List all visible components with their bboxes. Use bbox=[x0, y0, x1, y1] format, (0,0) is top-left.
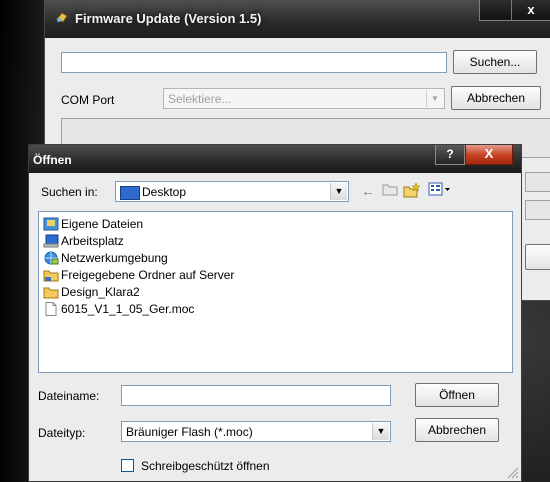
status-field bbox=[525, 172, 550, 192]
back-icon[interactable]: ← bbox=[359, 182, 377, 200]
look-in-value: Desktop bbox=[142, 185, 187, 199]
filename-label: Dateiname: bbox=[38, 389, 100, 403]
close-button[interactable]: x bbox=[511, 0, 550, 20]
my-computer-icon bbox=[43, 234, 59, 248]
titlebar-buttons: x bbox=[479, 0, 550, 21]
com-port-placeholder: Selektiere... bbox=[168, 92, 232, 106]
path-input[interactable] bbox=[61, 52, 447, 73]
action-button[interactable] bbox=[525, 244, 550, 270]
chevron-down-icon: ▼ bbox=[426, 90, 443, 107]
filetype-select[interactable]: Bräuniger Flash (*.moc) ▼ bbox=[121, 421, 391, 442]
com-port-select[interactable]: Selektiere... ▼ bbox=[163, 88, 445, 109]
view-menu-icon[interactable] bbox=[427, 182, 453, 200]
help-button[interactable]: ? bbox=[435, 145, 465, 165]
file-name: Eigene Dateien bbox=[61, 217, 144, 231]
up-folder-icon[interactable] bbox=[381, 182, 399, 200]
network-icon bbox=[44, 251, 59, 265]
filetype-value: Bräuniger Flash (*.moc) bbox=[126, 425, 253, 439]
window-title: Firmware Update (Version 1.5) bbox=[75, 11, 262, 26]
folder-icon bbox=[43, 287, 59, 299]
new-folder-icon[interactable] bbox=[403, 182, 421, 200]
dialog-body: Suchen in: Desktop ▼ ← Eigene Dateien Ar… bbox=[29, 173, 521, 481]
readonly-label: Schreibgeschützt öffnen bbox=[141, 459, 270, 473]
status-field bbox=[525, 200, 550, 220]
close-button[interactable]: X bbox=[465, 145, 513, 165]
chevron-down-icon[interactable]: ▼ bbox=[330, 183, 347, 200]
my-documents-icon bbox=[43, 217, 59, 231]
file-list: Eigene Dateien Arbeitsplatz Netzwerkumge… bbox=[38, 211, 513, 373]
cancel-button[interactable]: Abbrechen bbox=[415, 418, 499, 442]
search-button[interactable]: Suchen... bbox=[453, 50, 537, 74]
resize-grip-icon[interactable] bbox=[507, 467, 519, 479]
filename-input[interactable] bbox=[121, 385, 391, 406]
cancel-button[interactable]: Abbrechen bbox=[451, 86, 541, 110]
open-button[interactable]: Öffnen bbox=[415, 383, 499, 407]
file-name: Arbeitsplatz bbox=[61, 234, 124, 248]
look-in-label: Suchen in: bbox=[41, 185, 98, 199]
dialog-titlebar[interactable]: Öffnen ? X bbox=[29, 145, 521, 173]
chevron-down-icon[interactable]: ▼ bbox=[372, 423, 389, 440]
app-icon bbox=[56, 12, 68, 23]
file-name: Design_Klara2 bbox=[61, 285, 140, 299]
shared-folder-icon bbox=[43, 270, 59, 282]
look-in-select[interactable]: Desktop ▼ bbox=[115, 181, 349, 202]
dialog-title: Öffnen bbox=[33, 153, 72, 167]
com-port-label: COM Port bbox=[61, 93, 115, 107]
desktop-icon bbox=[120, 186, 140, 200]
file-name: 6015_V1_1_05_Ger.moc bbox=[61, 302, 195, 316]
open-file-dialog: Öffnen ? X Suchen in: Desktop ▼ ← Eigene… bbox=[28, 144, 522, 482]
filetype-label: Dateityp: bbox=[38, 426, 86, 440]
file-name: Freigegebene Ordner auf Server bbox=[61, 268, 235, 282]
readonly-checkbox[interactable] bbox=[121, 459, 134, 472]
file-icon bbox=[45, 302, 57, 316]
window-titlebar[interactable]: Firmware Update (Version 1.5) x bbox=[45, 0, 550, 38]
file-name: Netzwerkumgebung bbox=[61, 251, 168, 265]
